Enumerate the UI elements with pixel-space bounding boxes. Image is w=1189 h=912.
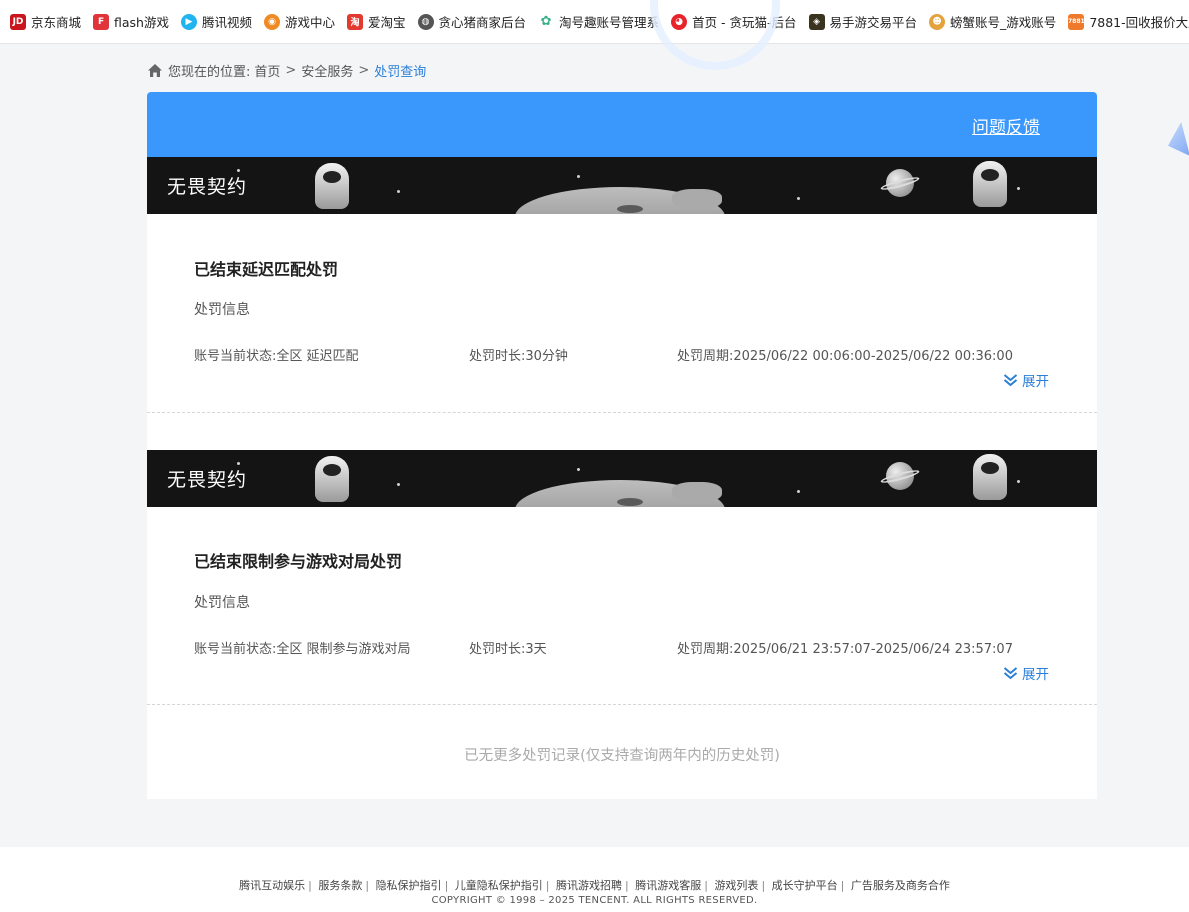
account-status: 账号当前状态:全区 限制参与游戏对局 xyxy=(194,642,411,657)
bookmark-label: 淘号趣账号管理系 xyxy=(559,15,660,30)
yishou-icon: ◈ xyxy=(808,13,825,30)
record-title: 已结束限制参与游戏对局处罚 xyxy=(194,552,403,571)
home-icon xyxy=(148,63,162,77)
bookmark-label: 螃蟹账号_游戏账号 xyxy=(950,15,1057,30)
bookmark-greedy-pig[interactable]: ◍ 贪心猪商家后台 xyxy=(417,12,527,31)
breadcrumb-prefix: 您现在的位置: xyxy=(168,64,251,80)
footer-link[interactable]: 广告服务及商务合作 xyxy=(851,879,950,892)
punishment-panel: 问题反馈 无畏契约 已结束延迟匹配处罚 处罚信息 账号当前状态:全区 延迟匹配 … xyxy=(147,92,1097,799)
punishment-duration: 处罚时长:30分钟 xyxy=(469,349,568,364)
expand-button[interactable]: 展开 xyxy=(1003,370,1049,390)
leaf-icon: ✿ xyxy=(538,13,555,30)
punishment-period: 处罚周期:2025/06/22 00:06:00-2025/06/22 00:3… xyxy=(677,349,1013,364)
no-more-records: 已无更多处罚记录(仅支持查询两年内的历史处罚) xyxy=(464,748,780,764)
footer-link[interactable]: 隐私保护指引 xyxy=(376,879,442,892)
panel-header: 问题反馈 xyxy=(147,92,1097,157)
astronaut-decoration xyxy=(315,163,349,209)
background-decoration xyxy=(650,0,780,70)
punishment-record: 已结束限制参与游戏对局处罚 处罚信息 账号当前状态:全区 限制参与游戏对局 处罚… xyxy=(147,507,1097,705)
breadcrumb-security-service[interactable]: 安全服务 xyxy=(301,61,353,80)
expand-button[interactable]: 展开 xyxy=(1003,663,1049,683)
footer: 腾讯互动娱乐 | 服务条款 | 隐私保护指引 | 儿童隐私保护指引 | 腾讯游戏招聘 | … xyxy=(0,847,1189,912)
bookmark-tencent-video[interactable]: ▶ 腾讯视频 xyxy=(180,12,252,31)
bookmark-game-center[interactable]: ◉ 游戏中心 xyxy=(264,12,335,31)
bookmark-label: 腾讯视频 xyxy=(201,15,252,30)
bookmark-yishou[interactable]: ◈ 易手游交易平台 xyxy=(808,12,918,31)
footer-link[interactable]: 服务条款 xyxy=(318,879,362,892)
punishment-period: 处罚周期:2025/06/21 23:57:07-2025/06/24 23:5… xyxy=(677,642,1013,657)
bookmark-flash-game[interactable]: Fflash游戏 xyxy=(93,12,169,31)
paper-plane-decoration xyxy=(1168,122,1189,156)
record-title: 已结束延迟匹配处罚 xyxy=(194,260,339,279)
breadcrumb-separator: > xyxy=(285,62,297,78)
record-subhead: 处罚信息 xyxy=(194,595,250,611)
punishment-record: 已结束延迟匹配处罚 处罚信息 账号当前状态:全区 延迟匹配 处罚时长:30分钟 … xyxy=(147,214,1097,413)
bookmarks-bar: JD 京东商城 Fflash游戏 ▶ 腾讯视频 ◉ 游戏中心 淘爱淘宝 ◍ 贪心猪商家后… xyxy=(0,0,1189,44)
chevron-down-icon xyxy=(1003,667,1018,680)
game-name: 无畏契约 xyxy=(167,176,248,198)
chevron-down-icon xyxy=(1003,374,1018,387)
record-subhead: 处罚信息 xyxy=(194,302,250,318)
game-banner: 无畏契约 xyxy=(147,450,1097,507)
taobao-icon: 淘 xyxy=(347,13,364,30)
astronaut-decoration xyxy=(973,161,1007,207)
game-center-icon: ◉ xyxy=(264,13,280,30)
astronaut-decoration xyxy=(973,454,1007,500)
globe-icon: ◍ xyxy=(417,13,434,30)
game-name: 无畏契约 xyxy=(167,469,248,491)
footer-links: 腾讯互动娱乐 | 服务条款 | 隐私保护指引 | 儿童隐私保护指引 | 腾讯游戏招聘 | … xyxy=(239,879,950,892)
account-status: 账号当前状态:全区 延迟匹配 xyxy=(194,349,359,364)
bookmark-label: 易手游交易平台 xyxy=(829,15,918,30)
astronaut-decoration xyxy=(315,456,349,502)
bookmark-taobao[interactable]: 淘爱淘宝 xyxy=(347,12,406,31)
footer-link[interactable]: 儿童隐私保护指引 xyxy=(455,879,543,892)
bookmark-label: 贪心猪商家后台 xyxy=(438,15,527,30)
footer-link[interactable]: 腾讯互动娱乐 xyxy=(239,879,305,892)
bookmark-label: 7881-回收报价大厅 xyxy=(1089,15,1189,30)
copyright: COPYRIGHT © 1998 – 2025 TENCENT. ALL RIG… xyxy=(431,895,758,906)
bookmark-taohaoqu[interactable]: ✿ 淘号趣账号管理系 xyxy=(538,12,659,31)
jd-icon: JD xyxy=(10,13,26,30)
breadcrumb: 您现在的位置: 首页 > 安全服务 > 处罚查询 xyxy=(147,60,426,80)
punishment-duration: 处罚时长:3天 xyxy=(469,642,547,657)
flash-game-icon: F xyxy=(93,13,110,30)
footer-link[interactable]: 游戏列表 xyxy=(714,879,758,892)
game-banner: 无畏契约 xyxy=(147,157,1097,214)
breadcrumb-home[interactable]: 首页 xyxy=(254,61,280,80)
crab-icon: ☻ xyxy=(929,13,946,30)
breadcrumb-separator: > xyxy=(358,62,370,78)
breadcrumb-current[interactable]: 处罚查询 xyxy=(374,61,426,80)
expand-label: 展开 xyxy=(1022,374,1049,390)
feedback-link[interactable]: 问题反馈 xyxy=(972,113,1040,138)
bookmark-label: 游戏中心 xyxy=(285,15,336,30)
expand-label: 展开 xyxy=(1022,667,1049,683)
bookmark-label: flash游戏 xyxy=(114,15,169,30)
tencent-video-icon: ▶ xyxy=(180,13,197,30)
footer-link[interactable]: 腾讯游戏招聘 xyxy=(556,879,622,892)
bookmark-label: 京东商城 xyxy=(31,15,82,30)
bookmark-jd[interactable]: JD 京东商城 xyxy=(10,12,81,31)
bookmark-7881[interactable]: 7881 7881-回收报价大厅 xyxy=(1068,12,1189,31)
7881-icon: 7881 xyxy=(1068,13,1085,30)
footer-link[interactable]: 成长守护平台 xyxy=(772,879,838,892)
bookmark-crab[interactable]: ☻ 螃蟹账号_游戏账号 xyxy=(929,12,1056,31)
bookmark-label: 爱淘宝 xyxy=(368,15,406,30)
footer-link[interactable]: 腾讯游戏客服 xyxy=(635,879,701,892)
